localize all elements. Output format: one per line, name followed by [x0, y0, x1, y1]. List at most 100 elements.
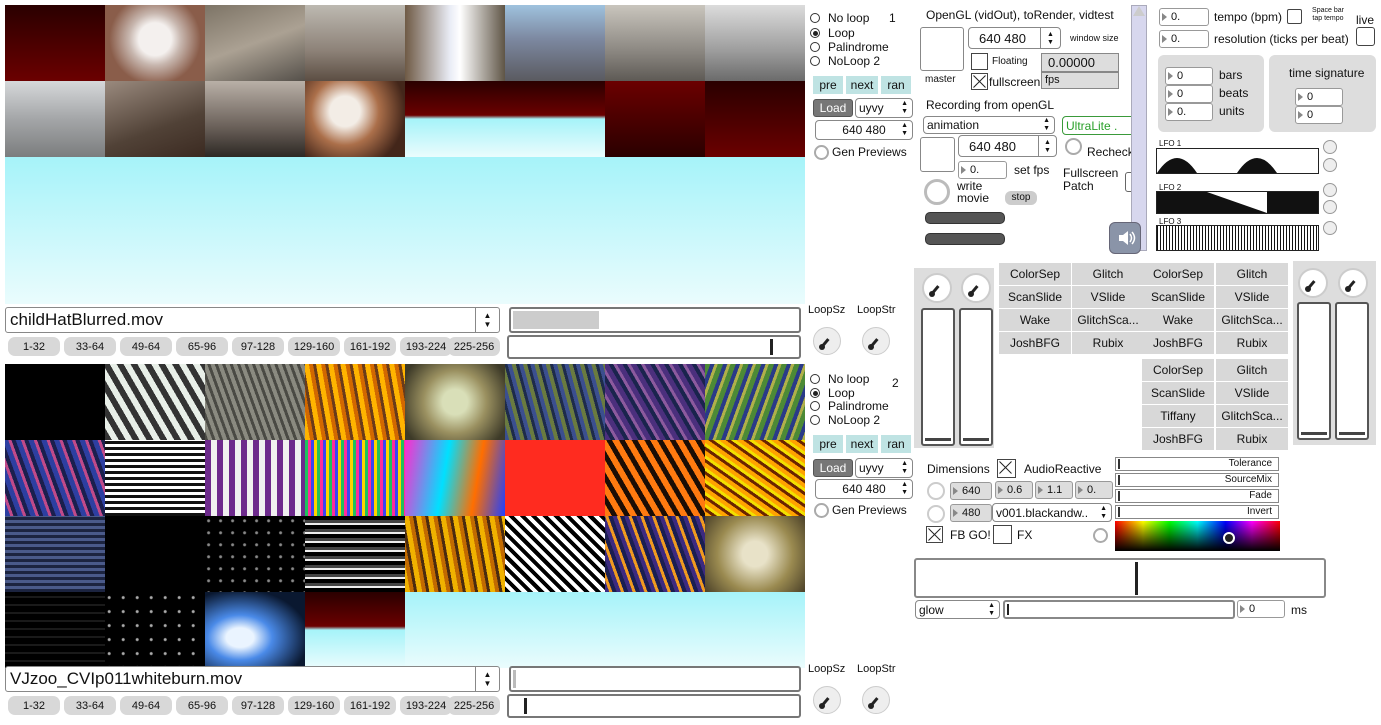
fader-a-knob[interactable] — [922, 273, 952, 303]
thumbnail[interactable] — [405, 364, 505, 440]
invert-slider[interactable]: Invert — [1115, 505, 1279, 519]
record-codec-select[interactable]: animation ▲ ▼ — [923, 116, 1055, 134]
effect-button[interactable]: Glitch — [1072, 263, 1144, 285]
bank-button[interactable]: 33-64 — [64, 337, 116, 356]
glow-mode-select[interactable]: glow ▲ ▼ — [915, 600, 1000, 619]
thumbnail[interactable] — [505, 364, 605, 440]
param1-number[interactable]: 0.6 — [995, 481, 1033, 499]
bank-button[interactable]: 129-160 — [288, 696, 340, 715]
deck2-loopsz-knob[interactable] — [813, 686, 841, 714]
effect-button[interactable]: GlitchSca... — [1216, 309, 1288, 331]
fader-b-knob[interactable] — [961, 273, 991, 303]
fader-b-slider[interactable] — [959, 308, 993, 446]
record-fps-number[interactable]: 0. — [958, 161, 1007, 179]
tap-tempo-checkbox[interactable] — [1287, 9, 1302, 24]
ts-numerator[interactable]: 0 — [1295, 88, 1343, 106]
thumbnail[interactable] — [205, 440, 305, 516]
thumbnail[interactable] — [705, 5, 805, 81]
deck1-random-button[interactable]: ran — [881, 76, 911, 94]
ts-denominator[interactable]: 0 — [1295, 106, 1343, 124]
effect-button[interactable]: JoshBFG — [999, 332, 1071, 354]
deck1-codec-select[interactable]: uyvy ▲ ▼ — [855, 98, 913, 118]
thumbnail[interactable] — [605, 592, 705, 668]
param3-number[interactable]: 0. — [1075, 481, 1113, 499]
thumbnail[interactable] — [5, 440, 105, 516]
tempo-number[interactable]: 0. — [1159, 8, 1209, 26]
effect-button[interactable]: VSlide — [1072, 286, 1144, 308]
thumbnail[interactable] — [5, 516, 105, 592]
effect-button[interactable]: GlitchSca... — [1072, 309, 1144, 331]
fb-go-checkbox[interactable] — [926, 526, 943, 543]
deck1-next-button[interactable]: next — [846, 76, 878, 94]
deck2-mode-noloop[interactable]: No loop — [810, 372, 869, 386]
thumbnail[interactable] — [705, 592, 805, 668]
sourcemix-slider[interactable]: SourceMix — [1115, 473, 1279, 487]
lfo1-config[interactable] — [1323, 140, 1337, 154]
height-knob[interactable] — [927, 505, 945, 523]
thumbnail[interactable] — [505, 5, 605, 81]
effect-button[interactable]: Tiffany — [1142, 405, 1214, 427]
color-picker[interactable] — [1115, 521, 1280, 551]
deck2-mode-loop[interactable]: Loop — [810, 386, 855, 400]
bank-button[interactable]: 161-192 — [344, 696, 396, 715]
bank-button[interactable]: 225-256 — [448, 337, 500, 356]
thumbnail[interactable] — [505, 592, 605, 668]
deck1-loopsz-knob[interactable] — [813, 327, 841, 355]
thumbnail[interactable] — [605, 516, 705, 592]
effect-button[interactable]: Wake — [1142, 309, 1214, 331]
bank-button[interactable]: 65-96 — [176, 696, 228, 715]
live-checkbox[interactable] — [1356, 27, 1375, 46]
effect-button[interactable]: GlitchSca... — [1216, 405, 1288, 427]
bank-button[interactable]: 161-192 — [344, 337, 396, 356]
deck1-genpreviews-toggle[interactable] — [814, 145, 829, 160]
bank-button[interactable]: 97-128 — [232, 696, 284, 715]
bank-button[interactable]: 1-32 — [8, 337, 60, 356]
deck1-load-button[interactable]: Load — [813, 99, 853, 117]
deck1-mode-palindrome[interactable]: Palindrome — [810, 40, 889, 54]
fader-c-knob[interactable] — [1298, 268, 1328, 298]
effect-button[interactable]: ColorSep — [1142, 263, 1214, 285]
deck2-loop-range[interactable] — [509, 666, 801, 692]
thumbnail[interactable] — [105, 81, 205, 157]
thumbnail[interactable] — [305, 516, 405, 592]
deck2-load-button[interactable]: Load — [813, 459, 853, 477]
width-knob[interactable] — [927, 482, 945, 500]
bank-button[interactable]: 1-32 — [8, 696, 60, 715]
lfo3-config[interactable] — [1323, 221, 1337, 235]
master-fader[interactable] — [1131, 5, 1147, 251]
thumbnail[interactable] — [205, 364, 305, 440]
thumbnail[interactable] — [105, 364, 205, 440]
thumbnail[interactable] — [505, 516, 605, 592]
thumbnail[interactable] — [305, 364, 405, 440]
color-toggle[interactable] — [1093, 528, 1108, 543]
deck1-prev-button[interactable]: pre — [813, 76, 843, 94]
glow-time-slider[interactable] — [1003, 600, 1235, 619]
thumbnail[interactable] — [705, 440, 805, 516]
deck1-position-slider[interactable] — [507, 335, 801, 359]
width-number[interactable]: 640 — [950, 482, 992, 500]
fade-slider[interactable]: Fade — [1115, 489, 1279, 503]
thumbnail[interactable] — [705, 364, 805, 440]
thumbnail[interactable] — [305, 5, 405, 81]
audio-device-select[interactable]: UltraLite .▲▼ — [1062, 116, 1142, 135]
lfo2-reset[interactable] — [1323, 200, 1337, 214]
thumbnail[interactable] — [5, 81, 105, 157]
thumbnail[interactable] — [105, 440, 205, 516]
deck1-loop-range[interactable] — [509, 307, 801, 333]
shader-select[interactable]: v001.blackandw.. ▲ ▼ — [992, 503, 1112, 522]
deck2-mode-noloop2[interactable]: NoLoop 2 — [810, 413, 880, 427]
param2-number[interactable]: 1.1 — [1035, 481, 1073, 499]
thumbnail[interactable] — [305, 592, 405, 668]
thumbnail[interactable] — [605, 81, 705, 157]
recheck-toggle[interactable] — [1065, 138, 1082, 155]
bank-button[interactable]: 33-64 — [64, 696, 116, 715]
bank-button[interactable]: 97-128 — [232, 337, 284, 356]
deck1-file-select[interactable]: childHatBlurred.mov ▲ ▼ — [5, 307, 500, 333]
thumbnail[interactable] — [705, 516, 805, 592]
deck1-loopstr-knob[interactable] — [862, 327, 890, 355]
thumbnail[interactable] — [5, 592, 105, 668]
deck2-random-button[interactable]: ran — [881, 435, 911, 453]
deck1-mode-noloop[interactable]: No loop — [810, 11, 869, 25]
opengl-dims-select[interactable]: 640 480 ▲ ▼ — [968, 27, 1061, 49]
thumbnail[interactable] — [205, 516, 305, 592]
